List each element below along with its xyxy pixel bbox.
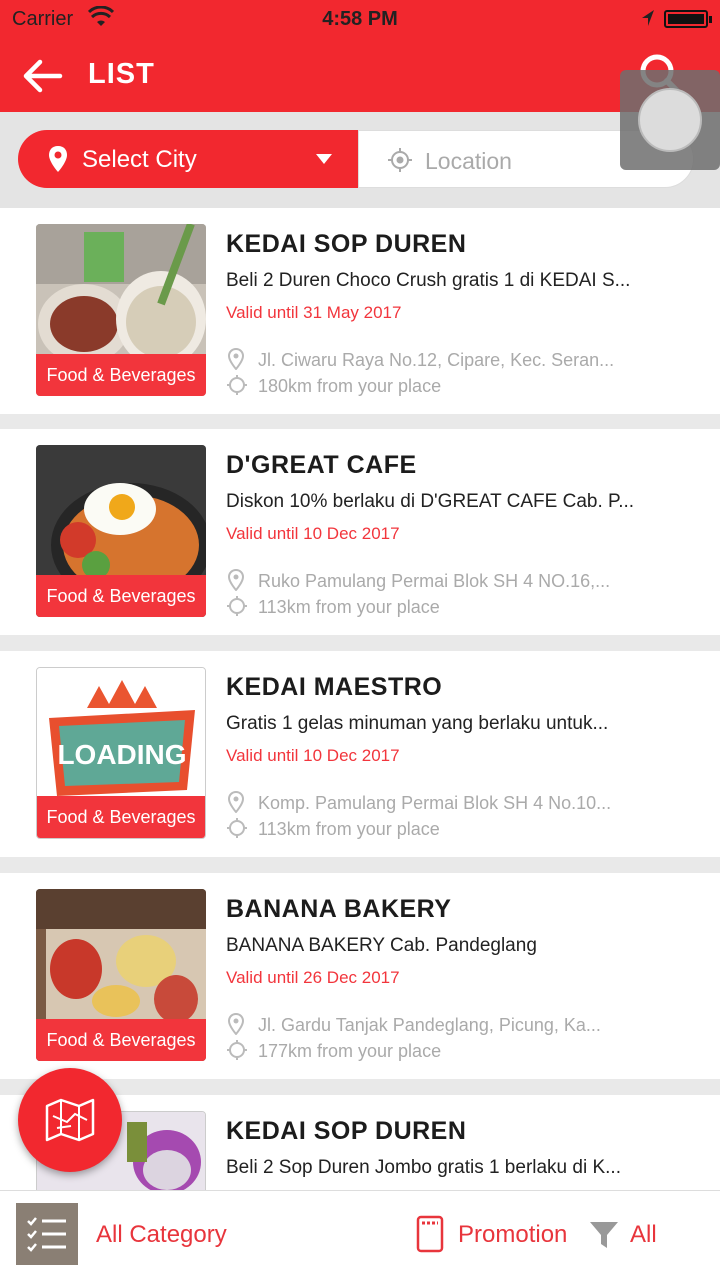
merchant-address: Jl. Gardu Tanjak Pandeglang, Picung, Ka.… <box>258 1015 601 1035</box>
promotion-icon[interactable] <box>416 1215 444 1253</box>
loading-text: LOADING <box>57 739 186 770</box>
map-pin-icon <box>228 348 244 370</box>
merchant-name: D'GREAT CAFE <box>226 451 417 479</box>
back-arrow-icon[interactable] <box>22 56 64 96</box>
valid-until: Valid until 10 Dec 2017 <box>226 746 400 765</box>
category-badge: Food & Beverages <box>36 575 206 617</box>
clock: 4:58 PM <box>322 8 398 30</box>
merchant-name: BANANA BAKERY <box>226 895 452 923</box>
crosshair-icon <box>227 818 247 838</box>
crosshair-icon <box>388 148 412 172</box>
location-arrow-icon <box>642 10 654 26</box>
merchant-name: KEDAI MAESTRO <box>226 673 443 701</box>
map-pin-icon <box>49 146 67 172</box>
merchant-address: Jl. Ciwaru Raya No.12, Cipare, Kec. Sera… <box>258 350 615 370</box>
status-bar: Carrier 4:58 PM <box>0 0 720 38</box>
list-item[interactable]: LOADING Food & Beverages KEDAI MAESTRO G… <box>0 651 720 857</box>
distance: 180km from your place <box>258 376 442 396</box>
deal-thumbnail: Food & Beverages <box>36 445 206 617</box>
map-pin-icon <box>228 569 244 591</box>
deal-description: Beli 2 Duren Choco Crush gratis 1 di KED… <box>226 270 631 291</box>
list-item[interactable]: Food & Beverages KEDAI SOP DUREN Beli 2 … <box>0 208 720 414</box>
valid-until: Valid until 26 Dec 2017 <box>226 968 400 987</box>
location-label: Location <box>425 148 512 174</box>
merchant-name: KEDAI SOP DUREN <box>226 230 467 258</box>
deal-thumbnail: LOADING Food & Beverages <box>36 667 206 839</box>
valid-until: Valid until 31 May 2017 <box>226 303 402 322</box>
app-header: LIST <box>0 38 720 112</box>
filter-icon[interactable] <box>588 1219 620 1251</box>
crosshair-icon <box>227 1040 247 1060</box>
category-badge: Food & Beverages <box>37 796 205 838</box>
filter-bar: Select City Location <box>0 112 720 208</box>
merchant-address: Ruko Pamulang Permai Blok SH 4 NO.16,... <box>258 571 611 591</box>
map-view-button[interactable] <box>18 1068 122 1172</box>
filter-all-button[interactable]: All <box>630 1221 657 1249</box>
crosshair-icon <box>227 375 247 395</box>
deal-description: Beli 2 Sop Duren Jombo gratis 1 berlaku … <box>226 1157 621 1178</box>
deal-description: BANANA BAKERY Cab. Pandeglang <box>226 935 537 956</box>
deal-thumbnail: Food & Beverages <box>36 889 206 1061</box>
all-category-button[interactable]: All Category <box>96 1221 227 1249</box>
deal-list: Food & Beverages KEDAI SOP DUREN Beli 2 … <box>0 208 720 1190</box>
select-city-dropdown[interactable]: Select City <box>18 130 358 188</box>
distance: 177km from your place <box>258 1041 442 1061</box>
battery-icon <box>664 10 712 28</box>
crosshair-icon <box>227 596 247 616</box>
deal-description: Gratis 1 gelas minuman yang berlaku untu… <box>226 713 609 734</box>
merchant-name: KEDAI SOP DUREN <box>226 1117 467 1145</box>
valid-until: Valid until 10 Dec 2017 <box>226 524 400 543</box>
category-badge: Food & Beverages <box>36 354 206 396</box>
assistive-touch-button[interactable] <box>620 70 720 170</box>
promotion-button[interactable]: Promotion <box>458 1221 567 1249</box>
deal-description: Diskon 10% berlaku di D'GREAT CAFE Cab. … <box>226 491 635 512</box>
merchant-address: Komp. Pamulang Permai Blok SH 4 No.10... <box>258 793 612 813</box>
select-city-label: Select City <box>82 146 197 173</box>
chevron-down-icon <box>316 154 332 164</box>
distance: 113km from your place <box>258 597 440 617</box>
map-pin-icon <box>228 1013 244 1035</box>
map-pin-icon <box>228 791 244 813</box>
map-icon <box>45 1098 95 1142</box>
bottom-bar: All Category Promotion All <box>0 1190 720 1280</box>
distance: 113km from your place <box>258 819 440 839</box>
list-item[interactable]: Food & Beverages D'GREAT CAFE Diskon 10%… <box>0 429 720 635</box>
page-title: LIST <box>88 58 155 90</box>
category-list-icon[interactable] <box>16 1203 78 1265</box>
list-item[interactable]: Food & Beverages BANANA BAKERY BANANA BA… <box>0 873 720 1079</box>
deal-thumbnail: Food & Beverages <box>36 224 206 396</box>
category-badge: Food & Beverages <box>36 1019 206 1061</box>
